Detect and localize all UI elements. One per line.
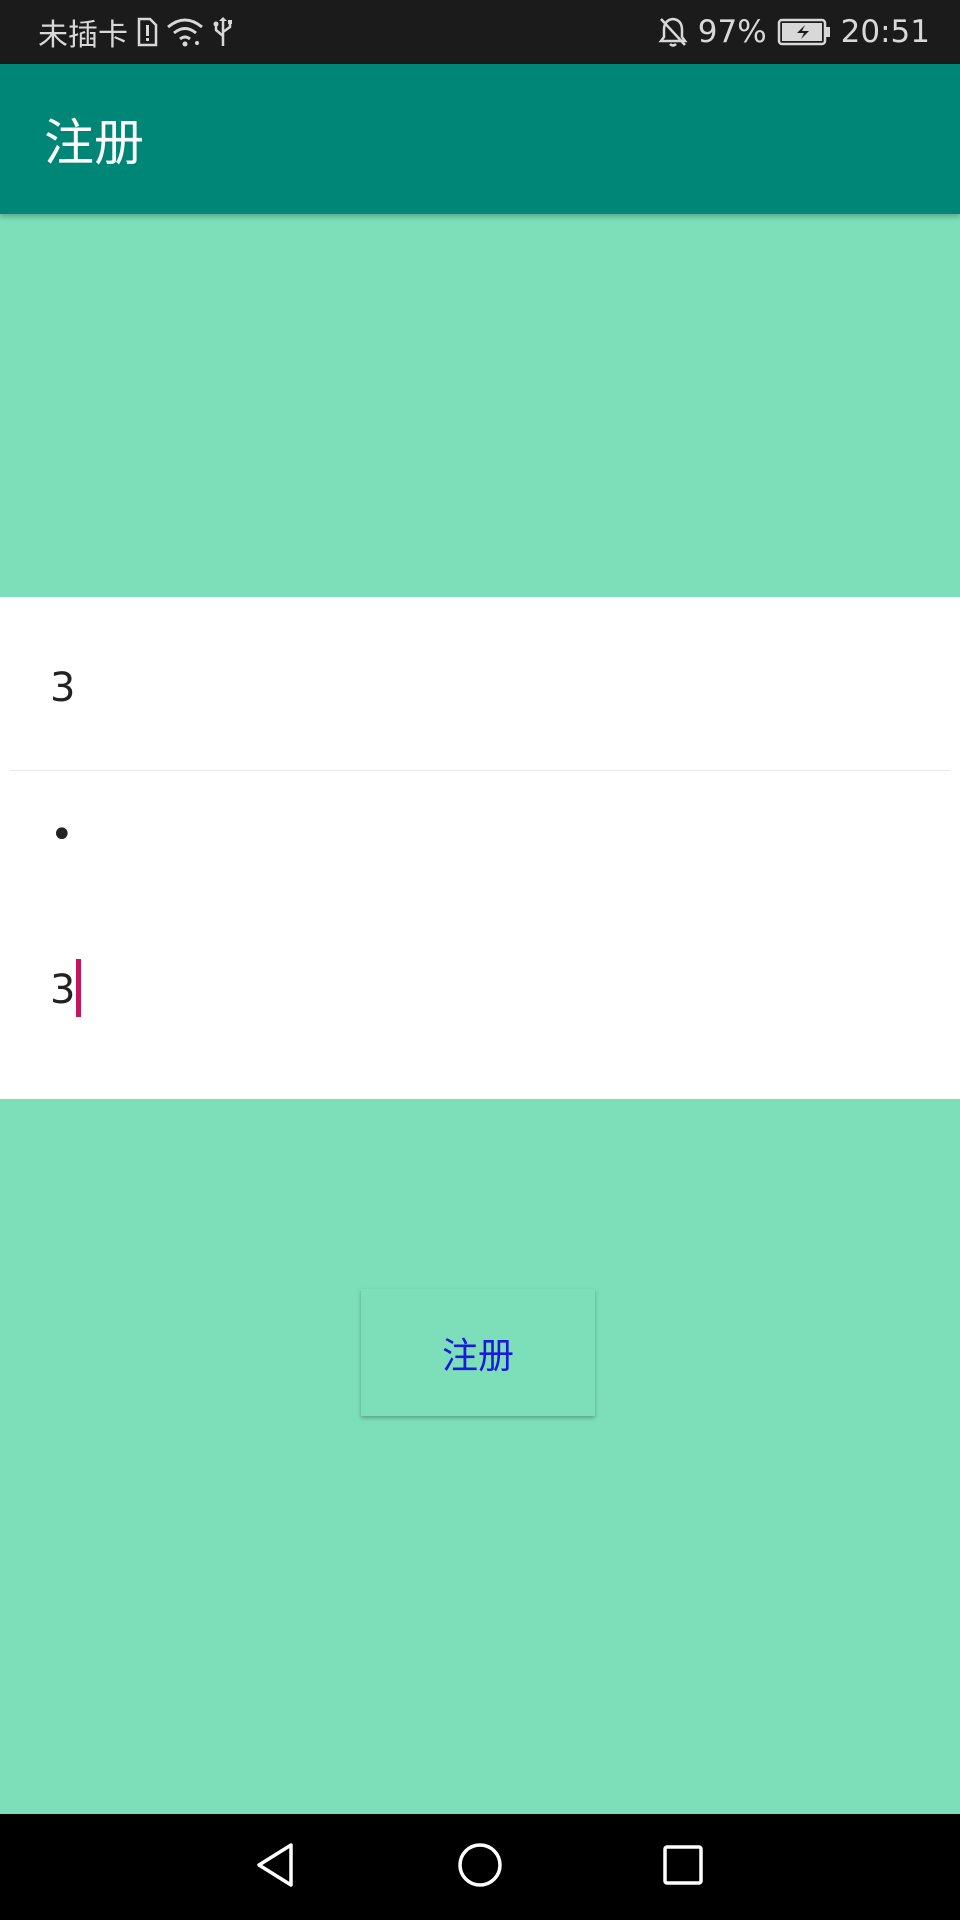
confirm-field[interactable]: 3 bbox=[50, 959, 82, 1021]
status-right: 97% 20:51 bbox=[658, 0, 930, 64]
username-field[interactable]: 3 bbox=[50, 665, 75, 711]
usb-icon bbox=[212, 16, 234, 48]
home-button[interactable] bbox=[440, 1814, 520, 1920]
register-form: 3 • 3 bbox=[0, 597, 960, 1099]
app-bar: 注册 bbox=[0, 64, 960, 214]
recents-icon bbox=[661, 1843, 705, 1891]
password-field[interactable]: • bbox=[50, 815, 74, 855]
register-button[interactable]: 注册 bbox=[361, 1289, 595, 1416]
header-spacer bbox=[0, 214, 960, 597]
field-divider bbox=[10, 770, 950, 771]
back-button[interactable] bbox=[235, 1814, 315, 1920]
wifi-icon bbox=[166, 17, 204, 47]
page-title: 注册 bbox=[44, 114, 144, 172]
recents-button[interactable] bbox=[643, 1814, 723, 1920]
button-area: 注册 bbox=[0, 1099, 960, 1814]
carrier-label: 未插卡 bbox=[38, 18, 128, 53]
home-icon bbox=[456, 1841, 504, 1893]
battery-charging-icon bbox=[777, 17, 831, 47]
navigation-bar bbox=[0, 1814, 960, 1920]
text-cursor bbox=[76, 959, 82, 1017]
clock-time: 20:51 bbox=[840, 14, 930, 50]
battery-percent: 97% bbox=[697, 14, 767, 50]
status-bar: 未插卡 97% 20:51 bbox=[0, 0, 960, 64]
sim-alert-icon bbox=[136, 17, 158, 47]
confirm-field-value: 3 bbox=[50, 967, 76, 1013]
bell-off-icon bbox=[658, 16, 688, 48]
back-icon bbox=[253, 1841, 297, 1893]
status-left: 未插卡 bbox=[38, 0, 234, 64]
